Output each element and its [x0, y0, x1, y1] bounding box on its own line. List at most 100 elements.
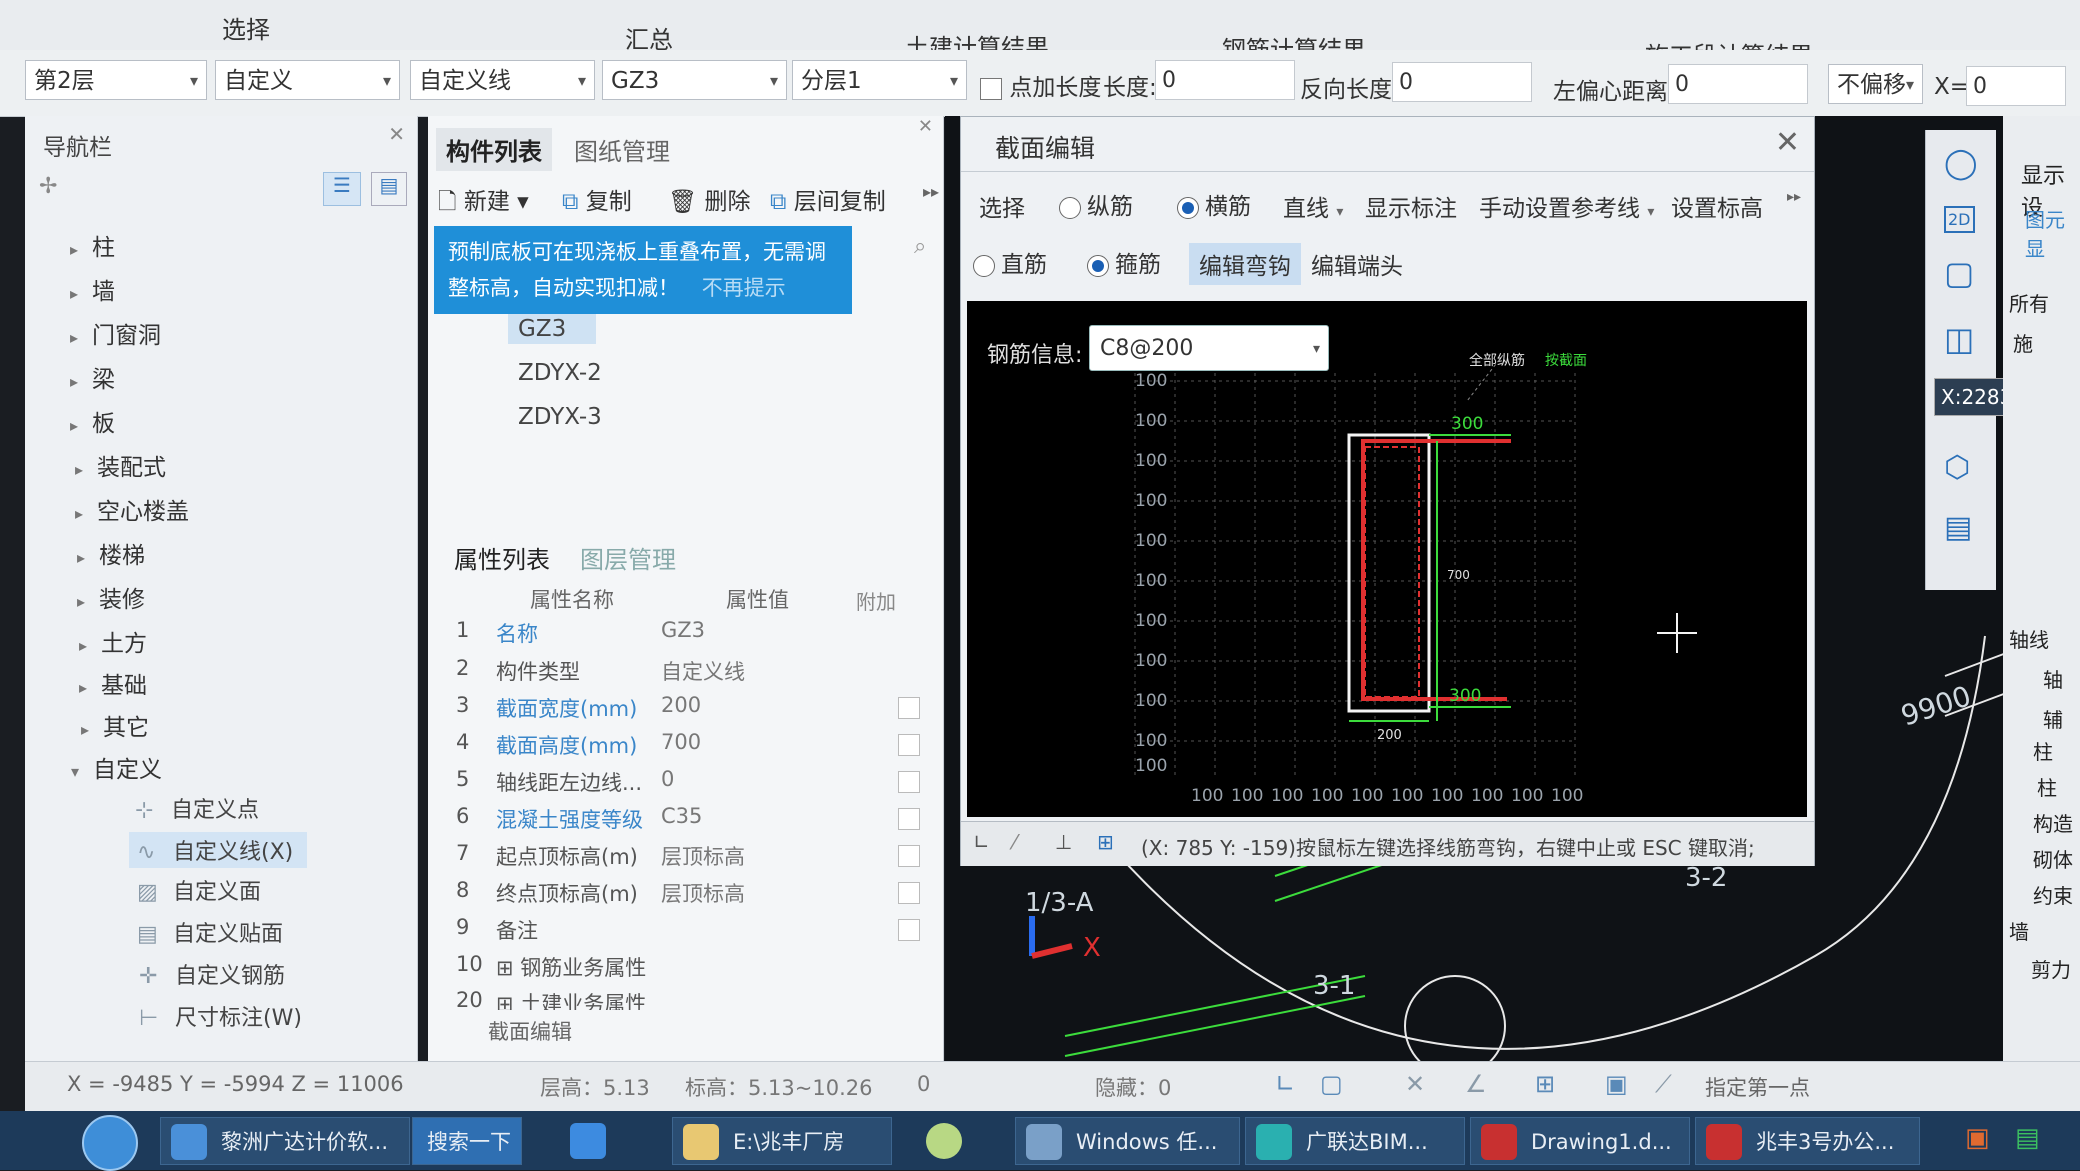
delete-button[interactable]: 🗑 删除: [668, 182, 751, 216]
panel-item[interactable]: 辅: [2043, 704, 2063, 733]
long-rebar-radio[interactable]: 纵筋: [1059, 187, 1133, 221]
list-icon[interactable]: ▤: [1944, 510, 1972, 545]
close-icon[interactable]: ✕: [388, 122, 405, 146]
panel-item[interactable]: 约束: [2033, 880, 2073, 909]
offset-mode-select[interactable]: 不偏移: [1828, 64, 1923, 105]
taskbar-app[interactable]: Drawing1.d...: [1470, 1117, 1690, 1165]
taskbar-search[interactable]: 搜索一下: [412, 1117, 522, 1165]
list-item[interactable]: ZDYX-2: [518, 360, 602, 386]
table-row[interactable]: 7 起点顶标高(m) 层顶标高: [456, 841, 926, 877]
nav-sub-custom-rebar[interactable]: ✛ 自定义钢筋: [139, 958, 285, 990]
detail-view-icon[interactable]: ▤: [371, 172, 407, 206]
extra-checkbox[interactable]: [898, 734, 920, 756]
add-snap-icon[interactable]: ⊞: [1535, 1070, 1555, 1098]
component-select[interactable]: GZ3: [602, 60, 787, 101]
type-select[interactable]: 自定义线: [410, 60, 595, 101]
more-icon[interactable]: ▸▸: [1787, 189, 1801, 205]
taskbar-app[interactable]: 兆丰3号办公...: [1695, 1117, 1920, 1165]
horiz-rebar-radio[interactable]: 横筋: [1177, 187, 1251, 221]
nav-item-custom[interactable]: ▾ 自定义: [71, 750, 162, 784]
nav-item-other[interactable]: ▸ 其它: [81, 708, 149, 742]
section-canvas[interactable]: 钢筋信息: C8@200 ▾ 100 100 100 100 100 100 1…: [967, 301, 1807, 817]
panel-item[interactable]: 墙: [2009, 916, 2029, 945]
set-elevation-button[interactable]: 设置标高: [1671, 189, 1763, 223]
tray-icon[interactable]: ▤: [2015, 1123, 2040, 1153]
layer-select[interactable]: 分层1: [792, 60, 967, 101]
nav-sub-custom-face[interactable]: ▨ 自定义面: [137, 874, 261, 906]
extra-checkbox[interactable]: [898, 771, 920, 793]
length-input[interactable]: 0: [1155, 60, 1295, 100]
taskbar-ie[interactable]: [560, 1117, 640, 1165]
polar-icon[interactable]: ⟋: [1655, 1070, 1672, 1098]
nav-item-slab[interactable]: ▸ 板: [70, 404, 115, 438]
start-button[interactable]: [82, 1115, 138, 1171]
table-row[interactable]: 1 名称 GZ3: [456, 618, 926, 654]
table-row[interactable]: 20 ⊞ 土建业务属性: [456, 988, 926, 1010]
grid-snap-icon[interactable]: ▢: [1320, 1070, 1343, 1098]
taskbar-media[interactable]: [916, 1117, 986, 1165]
panel-item[interactable]: 柱: [2037, 772, 2057, 801]
cube-icon[interactable]: ▢: [1944, 254, 1974, 292]
close-icon[interactable]: ✕: [1775, 125, 1800, 160]
nav-item-earthwork[interactable]: ▸ 土方: [79, 624, 147, 658]
panel-tab[interactable]: 图元显: [2025, 204, 2080, 262]
panel-item[interactable]: 砌体: [2033, 844, 2073, 873]
panel-item[interactable]: 柱: [2033, 736, 2053, 765]
box-icon[interactable]: ◫: [1944, 320, 1974, 358]
add-length-toggle[interactable]: 点加长度: [980, 68, 1101, 102]
nav-sub-custom-overlay[interactable]: ▤ 自定义贴面: [137, 916, 283, 948]
nav-item-hollow-floor[interactable]: ▸ 空心楼盖: [75, 492, 189, 526]
panel-item[interactable]: 施: [2013, 328, 2033, 357]
nav-item-beam[interactable]: ▸ 梁: [70, 360, 115, 394]
search-icon[interactable]: ⌕: [914, 234, 926, 259]
nav-sub-custom-line[interactable]: ∿ 自定义线(X): [129, 832, 308, 868]
taskbar-app[interactable]: Windows 任...: [1015, 1117, 1240, 1165]
select-button[interactable]: 选择: [979, 189, 1025, 223]
straight-rebar-radio[interactable]: 直筋: [973, 245, 1047, 279]
panel-item[interactable]: 所有: [2009, 288, 2049, 317]
snap-endpoint-icon[interactable]: ∟: [973, 830, 990, 854]
tray-icon[interactable]: ▣: [1965, 1123, 1990, 1153]
edit-end-button[interactable]: 编辑端头: [1311, 247, 1403, 281]
reverse-length-input[interactable]: 0: [1392, 62, 1532, 102]
nav-item-wall[interactable]: ▸ 墙: [70, 272, 115, 306]
table-row[interactable]: 9 备注: [456, 915, 926, 951]
snap-add-icon[interactable]: ⊞: [1097, 830, 1114, 854]
close-icon[interactable]: ✕: [918, 116, 933, 137]
copy-button[interactable]: ⧉ 复制: [562, 182, 632, 216]
floor-copy-button[interactable]: ⧉ 层间复制: [770, 182, 886, 216]
pin-icon[interactable]: ✢: [39, 174, 57, 199]
stirrup-radio[interactable]: 箍筋: [1087, 245, 1161, 279]
table-row[interactable]: 3 截面宽度(mm) 200: [456, 693, 926, 729]
view-2d-icon[interactable]: 2D: [1944, 206, 1975, 233]
hexagon-icon[interactable]: ⬡: [1944, 450, 1970, 485]
table-row[interactable]: 8 终点顶标高(m) 层顶标高: [456, 878, 926, 914]
section-edit-link[interactable]: 截面编辑: [488, 1016, 572, 1046]
tab-property-list[interactable]: 属性列表: [444, 536, 560, 579]
layer-icon[interactable]: ▣: [1605, 1070, 1628, 1098]
menu-select[interactable]: 选择: [222, 10, 270, 45]
table-row[interactable]: 4 截面高度(mm) 700: [456, 730, 926, 766]
nav-item-stairs[interactable]: ▸ 楼梯: [77, 536, 145, 570]
extra-checkbox[interactable]: [898, 808, 920, 830]
extra-checkbox[interactable]: [898, 697, 920, 719]
panel-item[interactable]: 剪力: [2031, 954, 2071, 983]
cross-snap-icon[interactable]: ✕: [1405, 1070, 1425, 1098]
table-row[interactable]: 5 轴线距左边线... 0: [456, 767, 926, 803]
table-row[interactable]: 10 ⊞ 钢筋业务属性: [456, 952, 926, 988]
more-icon[interactable]: ▸▸: [923, 182, 939, 201]
ortho-icon[interactable]: ∟: [1275, 1070, 1295, 1098]
x-input[interactable]: 0: [1966, 66, 2066, 106]
taskbar-app[interactable]: 黎洲广达计价软...: [160, 1117, 410, 1165]
tab-component-list[interactable]: 构件列表: [436, 128, 552, 171]
list-item[interactable]: GZ3: [508, 314, 597, 344]
nav-sub-dimension[interactable]: ⊢ 尺寸标注(W): [139, 1000, 302, 1032]
tab-drawing-management[interactable]: 图纸管理: [564, 128, 680, 171]
panel-item[interactable]: 轴线: [2009, 624, 2049, 653]
left-offset-input[interactable]: 0: [1668, 64, 1808, 104]
tab-layer-management[interactable]: 图层管理: [570, 536, 686, 579]
nav-item-foundation[interactable]: ▸ 基础: [79, 666, 147, 700]
nav-sub-custom-point[interactable]: ⊹ 自定义点: [135, 792, 259, 824]
nav-item-decoration[interactable]: ▸ 装修: [77, 580, 145, 614]
panel-item[interactable]: 构造: [2033, 808, 2073, 837]
